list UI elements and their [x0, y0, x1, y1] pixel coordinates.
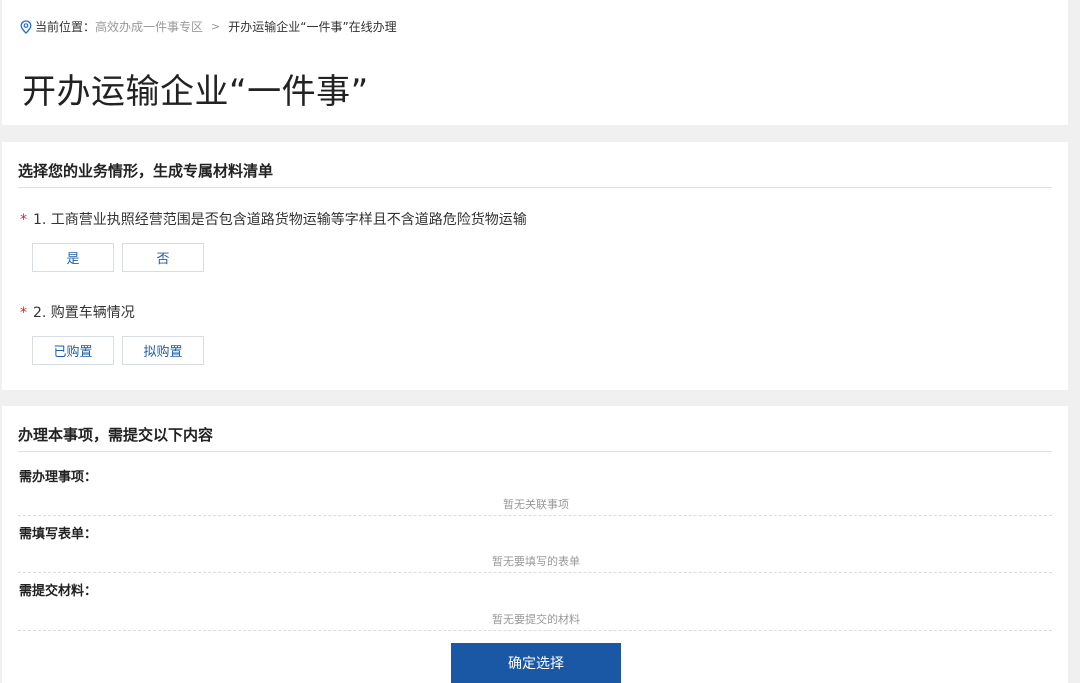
- location-pin-icon: [20, 19, 32, 34]
- option-purchased-button[interactable]: 已购置: [32, 336, 114, 365]
- option-no-button[interactable]: 否: [122, 243, 204, 272]
- required-mark: *: [20, 212, 27, 228]
- divider: [18, 630, 1052, 631]
- required-forms-empty: 暂无要填写的表单: [2, 553, 1068, 569]
- question-1-label: 1. 工商营业执照经营范围是否包含道路货物运输等字样且不含道路危险货物运输: [33, 212, 527, 228]
- option-plan-to-purchase-button[interactable]: 拟购置: [122, 336, 204, 365]
- confirm-button[interactable]: 确定选择: [451, 643, 621, 683]
- page-title: 开办运输企业“一件事”: [22, 72, 369, 112]
- breadcrumb-prefix: 当前位置：: [35, 20, 96, 34]
- required-materials-empty-text: 暂无要提交的材料: [492, 613, 580, 626]
- required-materials-label: 需提交材料：: [19, 584, 98, 599]
- breadcrumb: 当前位置： 高效办成一件事专区 > 开办运输企业“一件事”在线办理: [20, 18, 397, 35]
- question-1: * 1. 工商营业执照经营范围是否包含道路货物运输等字样且不含道路危险货物运输: [20, 209, 527, 229]
- questions-panel: 选择您的业务情形，生成专属材料清单 * 1. 工商营业执照经营范围是否包含道路货物…: [2, 142, 1068, 390]
- required-items-empty: 暂无关联事项: [2, 496, 1068, 512]
- required-items-label: 需办理事项：: [19, 470, 98, 485]
- divider: [18, 515, 1052, 516]
- required-materials-empty: 暂无要提交的材料: [2, 611, 1068, 627]
- questions-section-title: 选择您的业务情形，生成专属材料清单: [18, 160, 1052, 188]
- question-2-label: 2. 购置车辆情况: [33, 305, 135, 321]
- required-forms-empty-text: 暂无要填写的表单: [492, 555, 580, 568]
- question-1-options: 是 否: [32, 243, 204, 272]
- required-items-empty-text: 暂无关联事项: [503, 498, 569, 511]
- breadcrumb-parent-link[interactable]: 高效办成一件事专区: [95, 18, 203, 35]
- results-panel: 办理本事项，需提交以下内容 需办理事项： 暂无关联事项 需填写表单： 暂无要填写…: [2, 406, 1068, 683]
- required-mark: *: [20, 305, 27, 321]
- question-2: * 2. 购置车辆情况: [20, 302, 135, 322]
- breadcrumb-current: 开办运输企业“一件事”在线办理: [228, 20, 397, 34]
- header-panel: 当前位置： 高效办成一件事专区 > 开办运输企业“一件事”在线办理 开办运输企业…: [2, 0, 1068, 125]
- required-forms-label: 需填写表单：: [19, 527, 98, 542]
- divider: [18, 572, 1052, 573]
- breadcrumb-separator: >: [211, 20, 221, 33]
- option-yes-button[interactable]: 是: [32, 243, 114, 272]
- question-2-options: 已购置 拟购置: [32, 336, 204, 365]
- results-section-title: 办理本事项，需提交以下内容: [18, 424, 1052, 452]
